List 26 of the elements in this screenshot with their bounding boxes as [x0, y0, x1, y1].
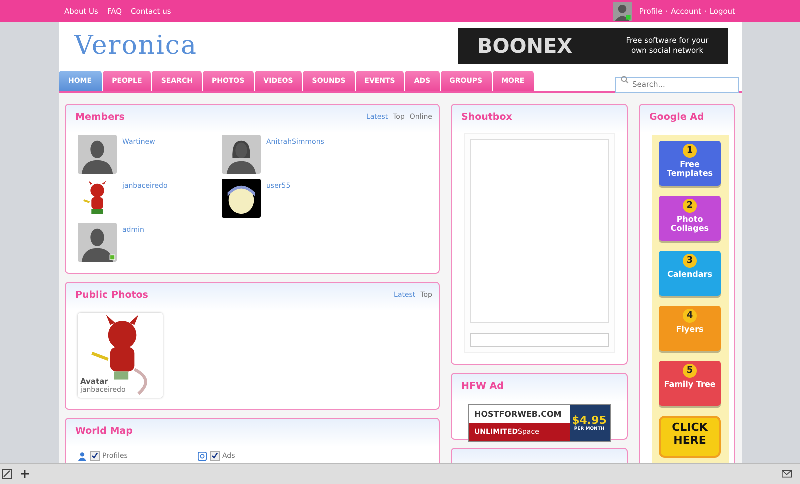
- panel-title: HFW Ad: [462, 380, 504, 392]
- ad-button[interactable]: 1 Free Templates: [659, 141, 721, 186]
- mail-icon[interactable]: [782, 469, 792, 479]
- site-logo[interactable]: Veronica: [74, 31, 198, 61]
- panel-title: Public Photos: [76, 290, 148, 300]
- panel-title: Shoutbox: [462, 112, 512, 122]
- search-icon: [620, 76, 628, 84]
- avatar-icon[interactable]: [78, 223, 116, 262]
- at-sign-icon: [198, 452, 206, 460]
- ad-button[interactable]: 5 Family Tree: [659, 361, 721, 406]
- person-icon: [78, 452, 86, 460]
- panel-title: Members: [76, 112, 125, 122]
- avatar-icon[interactable]: [222, 135, 260, 174]
- window-icon[interactable]: [2, 469, 12, 479]
- ad-button[interactable]: 4 Flyers: [659, 306, 721, 351]
- ad-button[interactable]: 2 Photo Collages: [659, 196, 721, 241]
- user-avatar-icon[interactable]: [613, 2, 632, 20]
- checkbox[interactable]: [90, 451, 100, 461]
- message-field[interactable]: [470, 333, 608, 347]
- panel-title: World Map: [76, 426, 133, 436]
- panel-title: Google Ad: [650, 112, 704, 122]
- ad-button[interactable]: 3 Calendars: [659, 251, 721, 296]
- checkbox[interactable]: [210, 451, 220, 461]
- click-here-button[interactable]: CLICK HERE: [659, 416, 721, 458]
- plus-icon[interactable]: [20, 469, 30, 479]
- avatar-icon[interactable]: [222, 179, 260, 218]
